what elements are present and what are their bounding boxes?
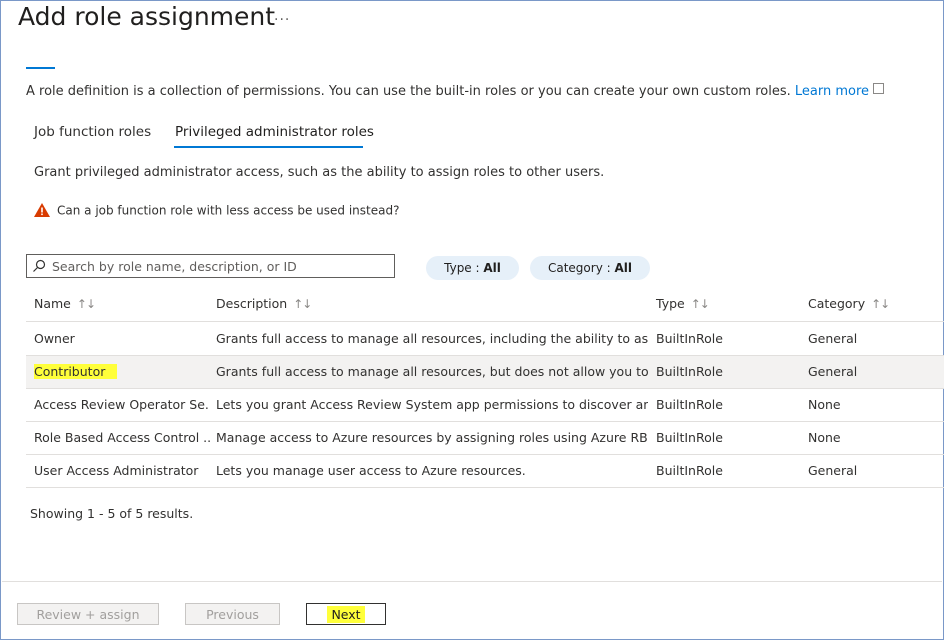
active-tab-indicator	[174, 146, 363, 148]
row-description: Grants full access to manage all resourc…	[216, 364, 648, 379]
privileged-roles-description: Grant privileged administrator access, s…	[34, 165, 605, 180]
row-description: Lets you manage user access to Azure res…	[216, 463, 526, 478]
warning-text: Can a job function role with less access…	[57, 203, 400, 218]
review-assign-button[interactable]: Review + assign	[17, 603, 159, 625]
warning-message: Can a job function role with less access…	[33, 203, 399, 219]
sort-icon[interactable]: ↑↓	[691, 297, 710, 311]
row-category: General	[808, 364, 858, 379]
row-name: Contributor	[34, 364, 210, 379]
row-type: BuiltInRole	[656, 430, 723, 445]
search-input[interactable]	[52, 257, 382, 275]
header-accent-line	[26, 67, 55, 69]
table-row[interactable]: Role Based Access Control ... Manage acc…	[26, 422, 944, 454]
results-count: Showing 1 - 5 of 5 results.	[30, 506, 194, 521]
external-link-icon	[873, 83, 885, 94]
row-type: BuiltInRole	[656, 331, 723, 346]
sort-icon[interactable]: ↑↓	[871, 297, 890, 311]
row-name: Access Review Operator Se...	[34, 397, 210, 412]
row-category: General	[808, 331, 858, 346]
page-title: Add role assignment	[18, 2, 276, 31]
more-options-icon[interactable]: ...	[274, 8, 290, 24]
row-type: BuiltInRole	[656, 364, 723, 379]
row-name: Role Based Access Control ...	[34, 430, 210, 445]
row-description: Lets you grant Access Review System app …	[216, 397, 648, 412]
role-definition-description: A role definition is a collection of per…	[26, 83, 885, 99]
table-row[interactable]: Owner Grants full access to manage all r…	[26, 323, 944, 355]
next-button-label: Next	[327, 606, 365, 623]
sort-icon[interactable]: ↑↓	[293, 297, 312, 311]
column-header-description[interactable]: Description ↑↓	[216, 296, 312, 311]
type-filter-pill[interactable]: Type : All	[426, 256, 519, 280]
tab-job-function-roles[interactable]: Job function roles	[34, 124, 151, 140]
warning-icon	[34, 203, 50, 217]
category-filter-pill[interactable]: Category : All	[530, 256, 650, 280]
header-divider	[26, 321, 944, 322]
row-divider	[26, 487, 944, 488]
search-icon	[33, 259, 46, 272]
row-type: BuiltInRole	[656, 397, 723, 412]
row-type: BuiltInRole	[656, 463, 723, 478]
column-header-name[interactable]: Name ↑↓	[34, 296, 96, 311]
row-category: General	[808, 463, 858, 478]
footer-divider	[2, 581, 942, 582]
learn-more-link[interactable]: Learn more	[795, 83, 885, 99]
row-name: User Access Administrator	[34, 463, 199, 478]
table-row-selected[interactable]: Contributor Grants full access to manage…	[26, 356, 944, 388]
column-header-category[interactable]: Category ↑↓	[808, 296, 890, 311]
search-box[interactable]	[26, 254, 395, 278]
tab-privileged-administrator-roles[interactable]: Privileged administrator roles	[175, 124, 374, 140]
row-name: Owner	[34, 331, 75, 346]
row-description: Manage access to Azure resources by assi…	[216, 430, 648, 445]
table-row[interactable]: User Access Administrator Lets you manag…	[26, 455, 944, 487]
row-name-highlight: Contributor	[34, 364, 118, 379]
previous-button[interactable]: Previous	[185, 603, 280, 625]
table-row[interactable]: Access Review Operator Se... Lets you gr…	[26, 389, 944, 421]
row-category: None	[808, 430, 841, 445]
row-category: None	[808, 397, 841, 412]
row-description: Grants full access to manage all resourc…	[216, 331, 648, 346]
sort-icon[interactable]: ↑↓	[77, 297, 96, 311]
column-header-type[interactable]: Type ↑↓	[656, 296, 710, 311]
next-button[interactable]: Next	[306, 603, 386, 625]
description-text: A role definition is a collection of per…	[26, 84, 791, 99]
